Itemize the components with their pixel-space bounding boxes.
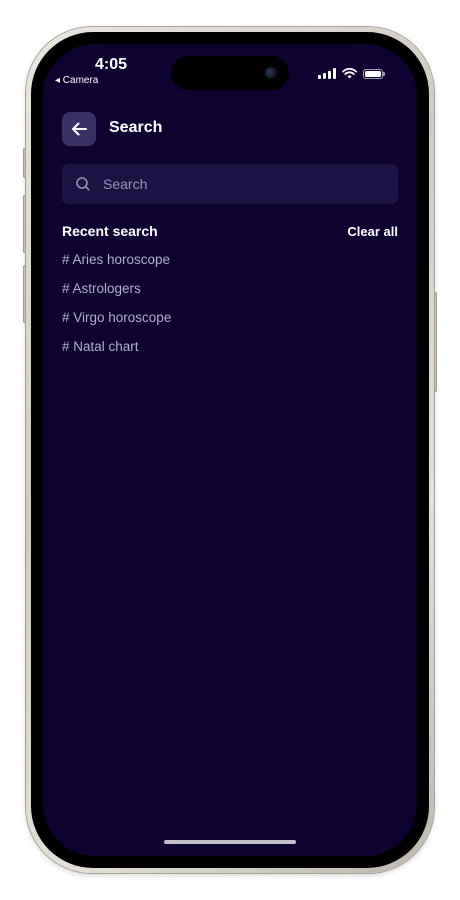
search-icon <box>76 177 90 191</box>
recent-search-item[interactable]: # Virgo horoscope <box>62 309 171 338</box>
back-to-app-link[interactable]: ◂ Camera <box>55 75 98 86</box>
recent-search-item[interactable]: # Natal chart <box>62 338 171 367</box>
arrow-left-icon <box>72 122 87 136</box>
wifi-icon <box>342 68 357 79</box>
app-screen: 4:05 ◂ Camera Search Search Recent searc… <box>43 44 417 856</box>
page-title: Search <box>109 119 163 136</box>
device-mockup: 4:05 ◂ Camera Search Search Recent searc… <box>0 0 460 900</box>
recent-search-list: # Aries horoscope # Astrologers # Virgo … <box>62 251 171 367</box>
status-time: 4:05 <box>94 56 128 73</box>
recent-search-item[interactable]: # Aries horoscope <box>62 251 171 280</box>
battery-icon <box>363 68 385 79</box>
back-button[interactable] <box>62 112 96 146</box>
home-indicator[interactable] <box>164 840 296 844</box>
recent-search-item[interactable]: # Astrologers <box>62 280 171 309</box>
status-icons <box>318 68 385 79</box>
front-camera <box>265 67 277 79</box>
search-input[interactable] <box>101 175 385 193</box>
battery-fill <box>365 70 381 77</box>
recent-search-heading: Recent search <box>62 223 158 239</box>
dynamic-island <box>171 56 289 90</box>
clear-all-button[interactable]: Clear all <box>347 224 398 239</box>
search-box[interactable] <box>62 164 398 204</box>
cellular-signal-icon <box>318 68 336 79</box>
